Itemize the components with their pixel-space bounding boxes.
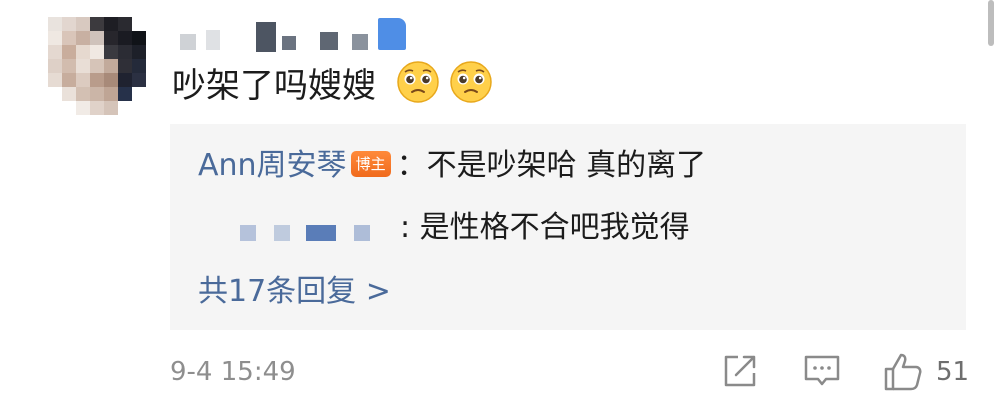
reply-2[interactable]: : 是性格不合吧我觉得	[240, 208, 690, 249]
avatar[interactable]	[48, 17, 146, 115]
username-blurred[interactable]	[172, 14, 412, 54]
blogger-badge: 博主	[350, 150, 391, 177]
scrollbar[interactable]	[988, 0, 994, 46]
reply-text: : 是性格不合吧我觉得	[400, 210, 690, 245]
reply-text: ：不是吵架哈 真的离了	[396, 148, 707, 183]
pleading-face-emoji-2	[450, 61, 492, 103]
reply-1[interactable]: Ann周安琴 博主 ：不是吵架哈 真的离了	[198, 146, 706, 186]
pleading-face-emoji-1	[397, 61, 439, 103]
like-icon[interactable]	[882, 351, 924, 393]
share-icon[interactable]	[720, 351, 760, 391]
reply-author[interactable]: Ann周安琴	[198, 148, 347, 183]
like-count: 51	[936, 357, 970, 387]
reply-author-blurred[interactable]	[240, 209, 400, 249]
comment-text: 吵架了吗嫂嫂	[172, 66, 376, 106]
comment-icon[interactable]	[802, 351, 842, 391]
timestamp: 9-4 15:49	[170, 357, 296, 387]
more-replies-link[interactable]: 共17条回复 >	[198, 272, 391, 312]
replies-box[interactable]: Ann周安琴 博主 ：不是吵架哈 真的离了 : 是性格不合吧我觉得 共17条回复 >	[170, 124, 966, 330]
